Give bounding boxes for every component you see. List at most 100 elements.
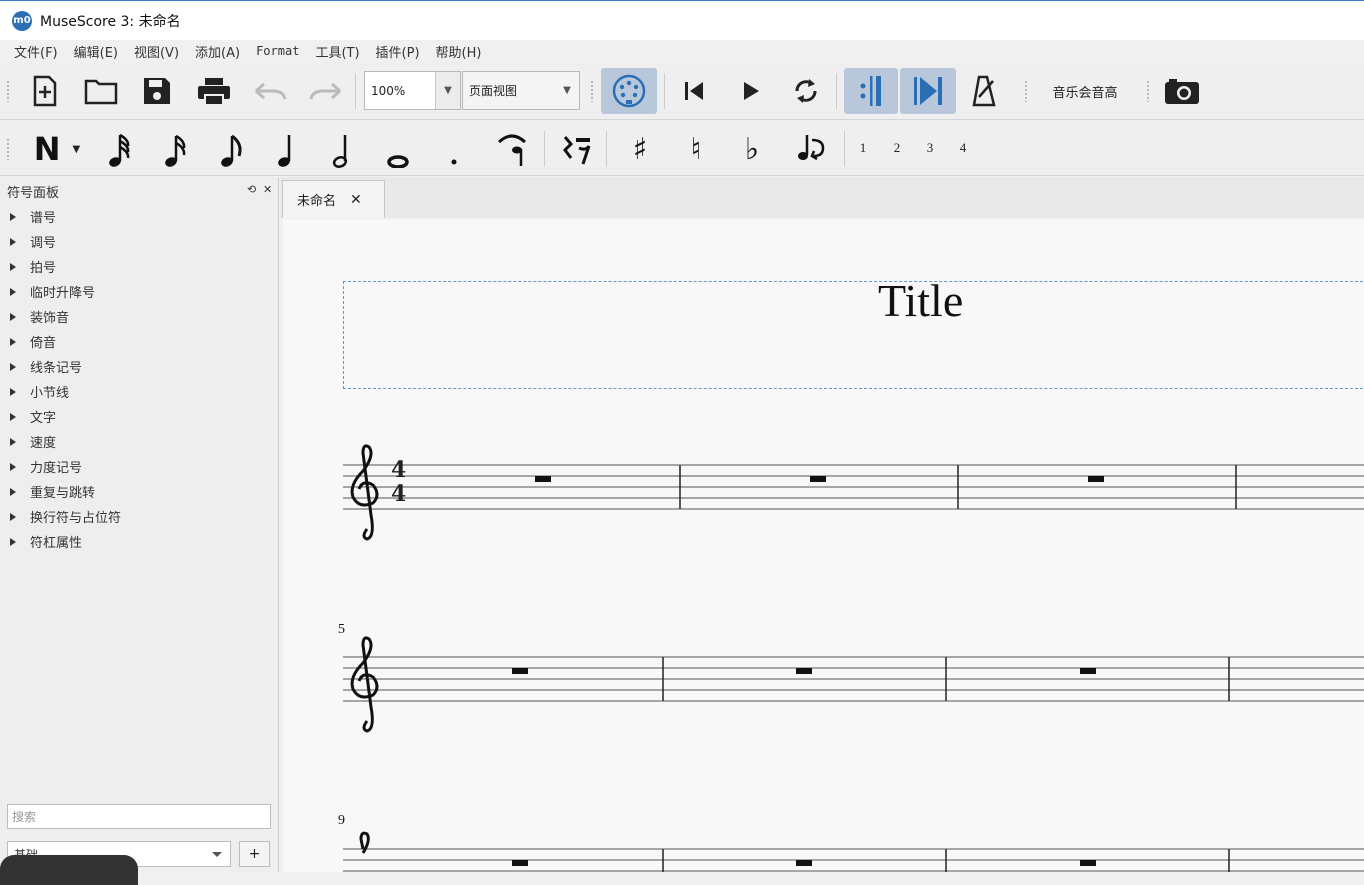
chevron-down-icon[interactable]: ▼ bbox=[555, 72, 579, 109]
time-signature-top[interactable]: 4 bbox=[391, 459, 406, 481]
caret-right-icon bbox=[10, 212, 16, 221]
toolbar-separator bbox=[606, 131, 607, 167]
chevron-down-icon[interactable]: ▼ bbox=[435, 72, 460, 109]
duration-16th-button[interactable] bbox=[214, 130, 250, 170]
pan-score-button[interactable] bbox=[900, 68, 956, 114]
open-button[interactable] bbox=[83, 74, 119, 108]
natural-button[interactable]: ♮ bbox=[676, 130, 716, 170]
palette-item-repeats[interactable]: 重复与跳转 bbox=[10, 479, 95, 504]
menu-plugins[interactable]: 插件(P) bbox=[376, 42, 420, 61]
menu-add[interactable]: 添加(A) bbox=[195, 42, 240, 61]
save-button[interactable] bbox=[140, 74, 174, 108]
sharp-button[interactable]: ♯ bbox=[620, 130, 660, 170]
palette-item-barlines[interactable]: 小节线 bbox=[10, 379, 69, 404]
palette-search-input[interactable]: 搜索 bbox=[7, 804, 271, 829]
flip-direction-button[interactable] bbox=[788, 130, 834, 170]
view-mode-combo[interactable]: 页面视图 ▼ bbox=[462, 71, 580, 110]
palette-item-label: 小节线 bbox=[30, 386, 70, 401]
midi-connector-icon bbox=[612, 74, 646, 108]
save-icon bbox=[144, 78, 170, 104]
voice-3-button[interactable]: 3 bbox=[919, 135, 941, 161]
menu-bar: 文件(F) 编辑(E) 视图(V) 添加(A) Format 工具(T) 插件(… bbox=[0, 40, 1364, 62]
palette-item-time-signatures[interactable]: 拍号 bbox=[10, 254, 56, 279]
toolbar-grip[interactable] bbox=[6, 138, 10, 160]
duration-half-button[interactable] bbox=[324, 130, 360, 170]
menu-tools[interactable]: 工具(T) bbox=[315, 42, 359, 61]
print-button[interactable] bbox=[195, 74, 233, 108]
add-workspace-button[interactable]: + bbox=[239, 841, 270, 867]
voice-2-button[interactable]: 2 bbox=[886, 135, 908, 161]
palette-item-label: 力度记号 bbox=[30, 461, 83, 476]
palette-item-clefs[interactable]: 谱号 bbox=[10, 204, 56, 229]
palette-item-dynamics[interactable]: 力度记号 bbox=[10, 454, 82, 479]
palette-item-lines[interactable]: 线条记号 bbox=[10, 354, 82, 379]
rest-button[interactable] bbox=[556, 130, 596, 170]
duration-64th-button[interactable] bbox=[102, 130, 138, 170]
duration-32nd-button[interactable] bbox=[158, 130, 194, 170]
midi-input-button[interactable] bbox=[601, 68, 657, 114]
palette-item-label: 倚音 bbox=[30, 336, 57, 351]
note-input-mode-button[interactable]: N ▼ bbox=[24, 130, 90, 168]
undo-button[interactable] bbox=[252, 76, 288, 106]
32nd-note-icon bbox=[165, 134, 186, 167]
treble-clef-icon bbox=[350, 444, 379, 541]
tab-untitled[interactable]: 未命名 ✕ bbox=[282, 180, 385, 218]
palette-item-key-signatures[interactable]: 调号 bbox=[10, 229, 56, 254]
measure-number: 9 bbox=[338, 813, 345, 828]
tie-button[interactable] bbox=[492, 130, 532, 170]
play-repeats-button[interactable] bbox=[844, 68, 898, 114]
palette-panel: 符号面板 ⟲ ✕ 谱号 调号 拍号 临时升降号 装饰音 倚音 线条记号 小节线 … bbox=[0, 177, 279, 872]
palette-item-breaks[interactable]: 换行符与占位符 bbox=[10, 504, 121, 529]
image-capture-button[interactable] bbox=[1162, 74, 1202, 108]
caret-right-icon bbox=[10, 362, 16, 371]
caret-right-icon bbox=[10, 412, 16, 421]
duration-eighth-button[interactable] bbox=[268, 130, 304, 170]
redo-button[interactable] bbox=[308, 76, 344, 106]
caret-right-icon bbox=[10, 237, 16, 246]
augmentation-dot-button[interactable] bbox=[436, 130, 472, 170]
voice-4-button[interactable]: 4 bbox=[952, 135, 974, 161]
window-title: MuseScore 3: 未命名 bbox=[40, 13, 181, 30]
menu-edit[interactable]: 编辑(E) bbox=[74, 42, 118, 61]
float-panel-icon[interactable]: ⟲ bbox=[247, 183, 256, 196]
palette-item-ornaments[interactable]: 装饰音 bbox=[10, 304, 69, 329]
flat-button[interactable]: ♭ bbox=[732, 130, 772, 170]
whole-note-icon bbox=[387, 155, 409, 168]
palette-item-tempo[interactable]: 速度 bbox=[10, 429, 56, 454]
new-score-button[interactable] bbox=[28, 74, 62, 108]
duration-whole-button[interactable] bbox=[380, 130, 416, 170]
palette-item-label: 装饰音 bbox=[30, 311, 70, 326]
skip-back-icon bbox=[685, 82, 703, 100]
menu-file[interactable]: 文件(F) bbox=[14, 42, 58, 61]
zoom-combo[interactable]: 100% ▼ bbox=[364, 71, 461, 110]
concert-pitch-button[interactable]: 音乐会音高 bbox=[1040, 76, 1130, 106]
toolbar-grip[interactable] bbox=[1146, 80, 1150, 102]
close-icon[interactable]: ✕ bbox=[350, 192, 362, 208]
close-icon[interactable]: ✕ bbox=[263, 183, 272, 196]
palette-item-beam-properties[interactable]: 符杠属性 bbox=[10, 529, 82, 554]
plus-icon: + bbox=[248, 846, 261, 862]
toolbar-grip[interactable] bbox=[1024, 80, 1028, 102]
palette-item-accidentals[interactable]: 临时升降号 bbox=[10, 279, 95, 304]
metronome-button[interactable] bbox=[966, 74, 1002, 108]
play-button[interactable] bbox=[733, 76, 769, 106]
toolbar-grip[interactable] bbox=[6, 80, 10, 102]
rewind-button[interactable] bbox=[676, 76, 712, 106]
menu-help[interactable]: 帮助(H) bbox=[436, 42, 482, 61]
note-input-toolbar: N ▼ ♯ ♮ ♭ 1 2 3 4 bbox=[0, 121, 1364, 176]
time-signature-bottom[interactable]: 4 bbox=[391, 483, 406, 505]
palette-item-grace-notes[interactable]: 倚音 bbox=[10, 329, 56, 354]
loop-button[interactable] bbox=[788, 74, 824, 108]
voice-1-button[interactable]: 1 bbox=[852, 135, 874, 161]
staff-system-3 bbox=[343, 848, 1364, 872]
menu-format[interactable]: Format bbox=[256, 44, 299, 58]
toolbar-grip[interactable] bbox=[590, 80, 594, 102]
palette-item-label: 符杠属性 bbox=[30, 536, 83, 551]
palette-item-text[interactable]: 文字 bbox=[10, 404, 56, 429]
chevron-down-icon[interactable]: ▼ bbox=[73, 144, 81, 155]
score-canvas[interactable]: Title 4 4 5 9 bbox=[283, 219, 1364, 872]
palette-item-label: 文字 bbox=[30, 411, 57, 426]
palette-item-label: 调号 bbox=[30, 236, 57, 251]
menu-view[interactable]: 视图(V) bbox=[134, 42, 179, 61]
undo-icon bbox=[255, 82, 287, 100]
